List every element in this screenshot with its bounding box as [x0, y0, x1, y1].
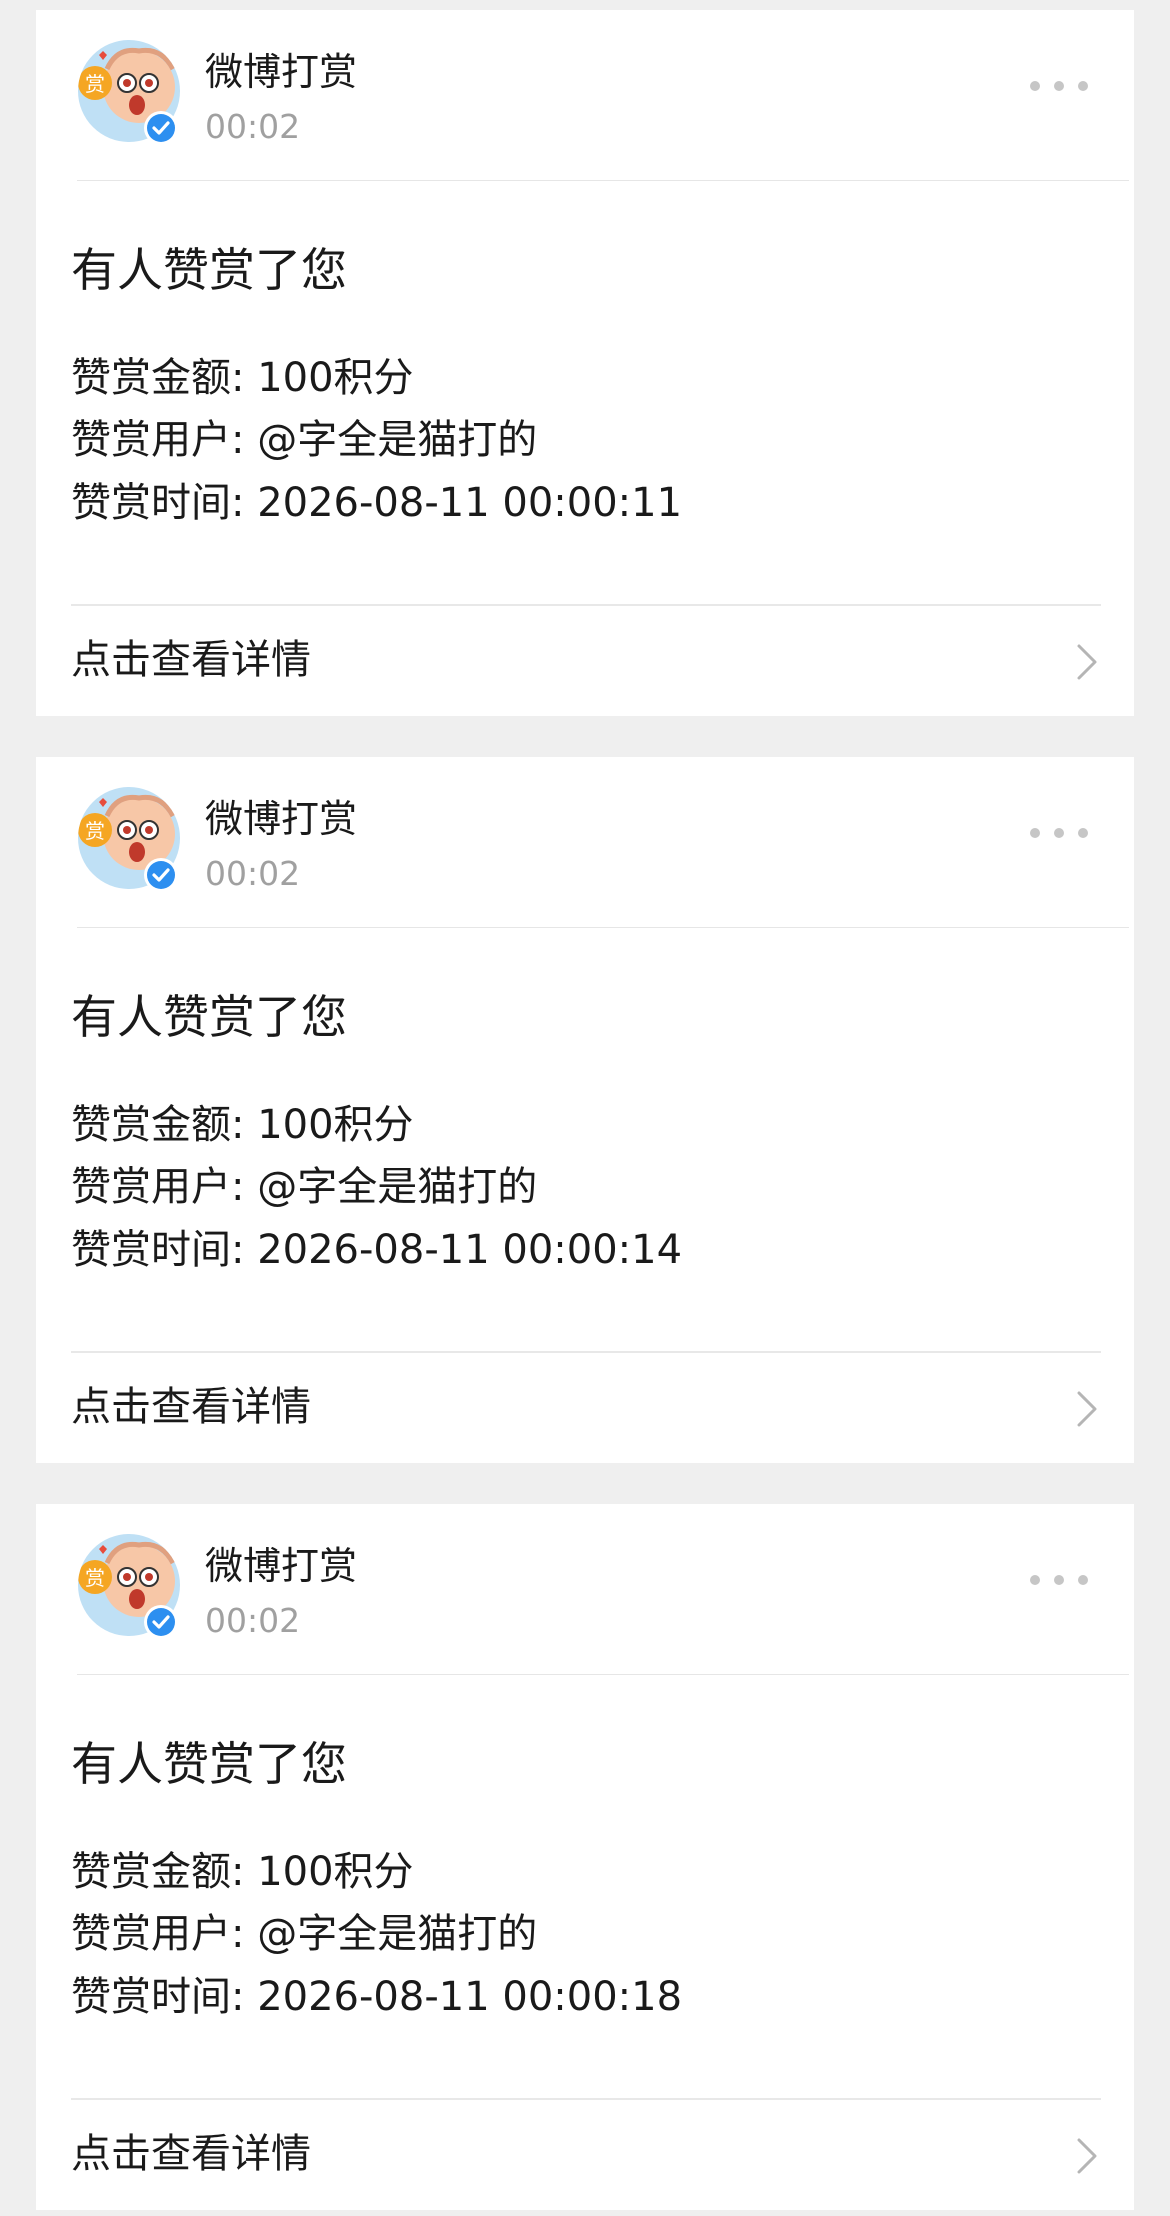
more-options-button[interactable] — [1030, 823, 1090, 843]
message-title: 有人赞赏了您 — [71, 990, 347, 1044]
view-details-link[interactable]: 点击查看详情 — [36, 606, 1134, 716]
more-dots-icon — [1030, 81, 1040, 91]
reward-message-card: 赏 微博打赏 00:02 有人赞赏了您 赞赏金额: 100积分 赞赏用户: @字… — [36, 10, 1134, 716]
svg-text:赏: 赏 — [85, 72, 105, 96]
svg-text:赏: 赏 — [85, 1566, 105, 1590]
reward-amount: 赞赏金额: 100积分 — [71, 1849, 414, 1895]
reward-time: 赞赏时间: 2026-08-11 00:00:18 — [71, 1974, 683, 2020]
avatar[interactable]: 赏 — [77, 1533, 181, 1639]
reward-message-card: 赏 微博打赏 00:02 有人赞赏了您 赞赏金额: 100积分 赞赏用户: @字… — [36, 1504, 1134, 2210]
card-header: 赏 微博打赏 00:02 — [36, 1504, 1134, 1675]
reward-time: 赞赏时间: 2026-08-11 00:00:11 — [71, 480, 683, 526]
more-dots-icon — [1030, 828, 1040, 838]
reward-message-card: 赏 微博打赏 00:02 有人赞赏了您 赞赏金额: 100积分 赞赏用户: @字… — [36, 757, 1134, 1463]
reward-user: 赞赏用户: @字全是猫打的 — [71, 1164, 538, 1210]
reward-time: 赞赏时间: 2026-08-11 00:00:14 — [71, 1227, 683, 1273]
message-time: 00:02 — [205, 107, 301, 146]
card-header: 赏 微博打赏 00:02 — [36, 10, 1134, 181]
divider — [77, 180, 1129, 181]
reward-user: 赞赏用户: @字全是猫打的 — [71, 417, 538, 463]
more-options-button[interactable] — [1030, 76, 1090, 96]
chevron-right-icon — [1077, 644, 1097, 680]
view-details-label: 点击查看详情 — [71, 637, 311, 683]
view-details-label: 点击查看详情 — [71, 1384, 311, 1430]
message-time: 00:02 — [205, 854, 301, 893]
sender-name[interactable]: 微博打赏 — [205, 795, 357, 843]
view-details-link[interactable]: 点击查看详情 — [36, 2100, 1134, 2210]
svg-text:赏: 赏 — [85, 819, 105, 843]
view-details-label: 点击查看详情 — [71, 2131, 311, 2177]
avatar[interactable]: 赏 — [77, 39, 181, 145]
message-time: 00:02 — [205, 1601, 301, 1640]
card-header: 赏 微博打赏 00:02 — [36, 757, 1134, 928]
divider — [77, 1674, 1129, 1675]
sender-name[interactable]: 微博打赏 — [205, 48, 357, 96]
avatar[interactable]: 赏 — [77, 786, 181, 892]
message-title: 有人赞赏了您 — [71, 243, 347, 297]
view-details-link[interactable]: 点击查看详情 — [36, 1353, 1134, 1463]
reward-amount: 赞赏金额: 100积分 — [71, 1102, 414, 1148]
more-options-button[interactable] — [1030, 1570, 1090, 1590]
divider — [77, 927, 1129, 928]
sender-name[interactable]: 微博打赏 — [205, 1542, 357, 1590]
verified-badge-icon — [144, 858, 178, 892]
message-title: 有人赞赏了您 — [71, 1737, 347, 1791]
reward-amount: 赞赏金额: 100积分 — [71, 355, 414, 401]
verified-badge-icon — [144, 1605, 178, 1639]
verified-badge-icon — [144, 111, 178, 145]
more-dots-icon — [1030, 1575, 1040, 1585]
chevron-right-icon — [1077, 1391, 1097, 1427]
chevron-right-icon — [1077, 2138, 1097, 2174]
reward-user: 赞赏用户: @字全是猫打的 — [71, 1911, 538, 1957]
